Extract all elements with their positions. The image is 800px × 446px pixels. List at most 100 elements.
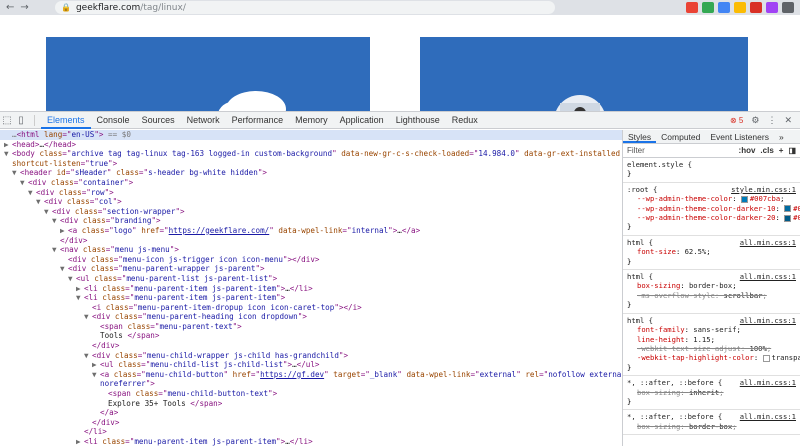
article-card-image[interactable]: [420, 37, 748, 111]
expand-triangle-icon[interactable]: ▼: [76, 293, 84, 303]
color-swatch-icon[interactable]: [784, 214, 792, 222]
tab-elements[interactable]: Elements: [41, 112, 91, 129]
css-property[interactable]: font-family: sans-serif;: [627, 325, 796, 334]
more-vertical-icon[interactable]: ⋮: [767, 115, 776, 126]
color-swatch-icon[interactable]: [762, 354, 770, 362]
expand-triangle-icon[interactable]: ▼: [68, 274, 76, 284]
styles-tab[interactable]: Styles: [623, 130, 657, 143]
error-badge[interactable]: ⊗ 5: [730, 116, 743, 125]
dom-node-line[interactable]: shortcut-listen="true">: [0, 159, 622, 169]
dom-node-line[interactable]: ▼ <li class="menu-parent-item js-parent-i…: [0, 293, 622, 303]
extension-icon[interactable]: [782, 2, 794, 13]
dom-node-line[interactable]: ▼ <div class="col">: [0, 197, 622, 207]
expand-triangle-icon[interactable]: ▶: [60, 226, 68, 236]
dom-node-line[interactable]: <span class="menu-parent-text">: [0, 322, 622, 332]
tab-memory[interactable]: Memory: [289, 112, 334, 129]
dom-node-line[interactable]: ▼ <div class="menu-parent-wrapper js-pare…: [0, 264, 622, 274]
dom-node-line[interactable]: noreferrer">: [0, 379, 622, 389]
inspect-element-icon[interactable]: ⬚: [0, 115, 14, 126]
rule-source-link[interactable]: all.min.css:1: [740, 378, 796, 387]
address-bar[interactable]: 🔒 geekflare.com/tag/linux/: [55, 1, 555, 14]
styles-tab[interactable]: Computed: [656, 130, 705, 143]
color-swatch-icon[interactable]: [740, 195, 748, 203]
css-property[interactable]: line-height: 1.15;: [627, 335, 796, 344]
dom-node-line[interactable]: ▼ <header id="sHeader" class="s-header bg…: [0, 168, 622, 178]
hover-state-button[interactable]: :hov: [739, 146, 756, 155]
expand-triangle-icon[interactable]: ▶: [4, 140, 12, 150]
css-property[interactable]: -webkit-text-size-adjust: 100%;: [627, 344, 796, 353]
css-property[interactable]: -ms-overflow-style: scrollbar;: [627, 291, 796, 300]
tab-redux[interactable]: Redux: [446, 112, 484, 129]
dom-node-line[interactable]: </div>: [0, 236, 622, 246]
rule-source-link[interactable]: all.min.css:1: [740, 412, 796, 421]
filter-input[interactable]: Filter: [627, 146, 734, 155]
dom-node-line[interactable]: ▼ <div class="container">: [0, 178, 622, 188]
dom-node-line[interactable]: </div>: [0, 341, 622, 351]
styles-tab[interactable]: »: [774, 130, 789, 143]
class-toggle-button[interactable]: .cls: [760, 146, 773, 155]
css-property[interactable]: font-size: 62.5%;: [627, 247, 796, 256]
expand-triangle-icon[interactable]: ▼: [12, 168, 20, 178]
dom-node-line[interactable]: ▼ <div class="row">: [0, 188, 622, 198]
expand-triangle-icon[interactable]: ▼: [20, 178, 28, 188]
dom-node-line[interactable]: ▼ <body class="archive tag tag-linux tag-…: [0, 149, 622, 159]
color-swatch-icon[interactable]: [784, 205, 792, 213]
dom-node-line[interactable]: </div>: [0, 418, 622, 428]
dom-node-line[interactable]: ▼ <div class="section-wrapper">: [0, 207, 622, 217]
dom-token[interactable]: https://gf.dev: [260, 370, 324, 379]
expand-triangle-icon[interactable]: ▼: [92, 370, 100, 380]
expand-triangle-icon[interactable]: ▼: [44, 207, 52, 217]
expand-triangle-icon[interactable]: ▼: [84, 312, 92, 322]
expand-triangle-icon[interactable]: ▼: [52, 216, 60, 226]
expand-triangle-icon[interactable]: ▼: [52, 245, 60, 255]
dom-node-line[interactable]: </a>: [0, 408, 622, 418]
dom-node-line[interactable]: Tools </span>: [0, 331, 622, 341]
extension-icon[interactable]: [766, 2, 778, 13]
expand-triangle-icon[interactable]: ▼: [28, 188, 36, 198]
css-property[interactable]: box-sizing: border-box;: [627, 422, 796, 431]
dom-node-line[interactable]: ▶ <ul class="menu-child-list js-child-lis…: [0, 360, 622, 370]
styles-tab[interactable]: Event Listeners: [705, 130, 774, 143]
tab-network[interactable]: Network: [181, 112, 226, 129]
tab-lighthouse[interactable]: Lighthouse: [390, 112, 446, 129]
extension-icon[interactable]: [718, 2, 730, 13]
dom-node-line[interactable]: ▶ <a class="logo" href="https://geekflare…: [0, 226, 622, 236]
css-property[interactable]: box-sizing: inherit;: [627, 388, 796, 397]
dom-node-line[interactable]: …<html lang="en-US"> == $0: [0, 130, 622, 140]
dom-node-line[interactable]: ▼ <ul class="menu-parent-list js-parent-l…: [0, 274, 622, 284]
tab-console[interactable]: Console: [91, 112, 136, 129]
sidebar-toggle-icon[interactable]: ◨: [788, 146, 796, 155]
dom-node-line[interactable]: ▶ <head>…</head>: [0, 140, 622, 150]
extension-icon[interactable]: [734, 2, 746, 13]
expand-triangle-icon[interactable]: ▼: [84, 351, 92, 361]
extension-icon[interactable]: [702, 2, 714, 13]
rule-selector[interactable]: element.style {: [627, 160, 796, 169]
dom-node-line[interactable]: ▼ <div class="menu-child-wrapper js-child…: [0, 351, 622, 361]
expand-triangle-icon[interactable]: ▶: [76, 284, 84, 294]
css-property[interactable]: --wp-admin-theme-color-darker-10: #006ba…: [627, 204, 800, 213]
dom-node-line[interactable]: ▼ <div class="menu-parent-heading icon dr…: [0, 312, 622, 322]
article-card-image[interactable]: [46, 37, 370, 111]
tab-application[interactable]: Application: [334, 112, 390, 129]
dom-token[interactable]: https://geekflare.com/: [169, 226, 270, 235]
device-toolbar-icon[interactable]: ▯: [14, 115, 28, 126]
dom-node-line[interactable]: ▼ <div class="branding">: [0, 216, 622, 226]
rule-source-link[interactable]: all.min.css:1: [740, 316, 796, 325]
dom-node-line[interactable]: <span class="menu-child-button-text">: [0, 389, 622, 399]
dom-node-line[interactable]: ▶ <li class="menu-parent-item js-parent-i…: [0, 284, 622, 294]
expand-triangle-icon[interactable]: ▶: [92, 360, 100, 370]
tab-sources[interactable]: Sources: [136, 112, 181, 129]
css-property[interactable]: --wp-admin-theme-color: #007cba;: [627, 194, 796, 203]
dom-node-line[interactable]: <i class="menu-parent-item-dropup icon i…: [0, 303, 622, 313]
close-icon[interactable]: ✕: [784, 115, 792, 126]
dom-node-line[interactable]: <div class="menu-icon js-trigger icon ic…: [0, 255, 622, 265]
back-forward-icons[interactable]: ←→: [0, 2, 55, 13]
rule-source-link[interactable]: all.min.css:1: [740, 272, 796, 281]
dom-node-line[interactable]: </li>: [0, 427, 622, 437]
expand-triangle-icon[interactable]: ▼: [36, 197, 44, 207]
dom-node-line[interactable]: ▼ <a class="menu-child-button" href="http…: [0, 370, 622, 380]
gear-icon[interactable]: ⚙: [751, 115, 759, 126]
dom-tree[interactable]: …<html lang="en-US"> == $0 ▶ <head>…</head…: [0, 130, 623, 446]
expand-triangle-icon[interactable]: ▼: [4, 149, 12, 159]
rule-source-link[interactable]: style.min.css:1: [731, 185, 796, 194]
